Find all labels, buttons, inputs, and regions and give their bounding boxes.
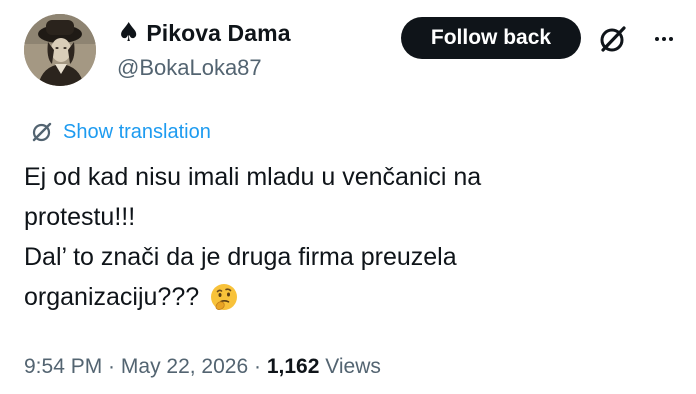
tweet-text-line: Ej od kad nisu imali mladu u venčanici n… bbox=[24, 163, 482, 191]
avatar[interactable] bbox=[24, 14, 96, 86]
views-count[interactable]: 1,162 bbox=[267, 355, 320, 378]
tweet-text: Ej od kad nisu imali mladu u venčanici n… bbox=[24, 157, 584, 317]
tweet-meta: 9:54 PM · May 22, 2026 · 1,162 Views bbox=[24, 353, 381, 381]
tweet-text-line: Dal’ to znači da je druga firma preuzela bbox=[24, 237, 584, 277]
tweet-time[interactable]: 9:54 PM bbox=[24, 355, 102, 378]
tweet-text-segment: organizaciju??? bbox=[24, 283, 200, 311]
display-name[interactable]: Pikova Dama bbox=[146, 19, 290, 47]
avatar-image bbox=[24, 14, 96, 86]
more-options-icon[interactable] bbox=[648, 24, 680, 54]
grok-small-icon bbox=[32, 122, 52, 142]
views-label: Views bbox=[319, 355, 381, 378]
meta-separator: · bbox=[248, 355, 267, 378]
show-translation-label[interactable]: Show translation bbox=[63, 119, 211, 145]
tweet-text-line: protestu!!! bbox=[24, 203, 136, 231]
show-translation-link[interactable]: Show translation bbox=[30, 119, 211, 145]
tweet-text-line: organizaciju??? bbox=[24, 277, 584, 317]
tweet-card: ♠ Pikova Dama @BokaLoka87 Follow back Sh… bbox=[0, 0, 696, 394]
follow-back-button[interactable]: Follow back bbox=[401, 17, 581, 59]
author-name-row[interactable]: ♠ Pikova Dama bbox=[117, 19, 291, 47]
user-handle[interactable]: @BokaLoka87 bbox=[117, 55, 262, 81]
tweet-text-segment: Dal’ to znači da je druga firma preuzela bbox=[24, 243, 457, 271]
grok-icon[interactable] bbox=[596, 22, 630, 56]
spade-icon: ♠ bbox=[117, 18, 141, 48]
meta-separator: · bbox=[102, 355, 121, 378]
tweet-date[interactable]: May 22, 2026 bbox=[121, 355, 248, 378]
thinking-face-emoji-icon bbox=[209, 282, 239, 312]
